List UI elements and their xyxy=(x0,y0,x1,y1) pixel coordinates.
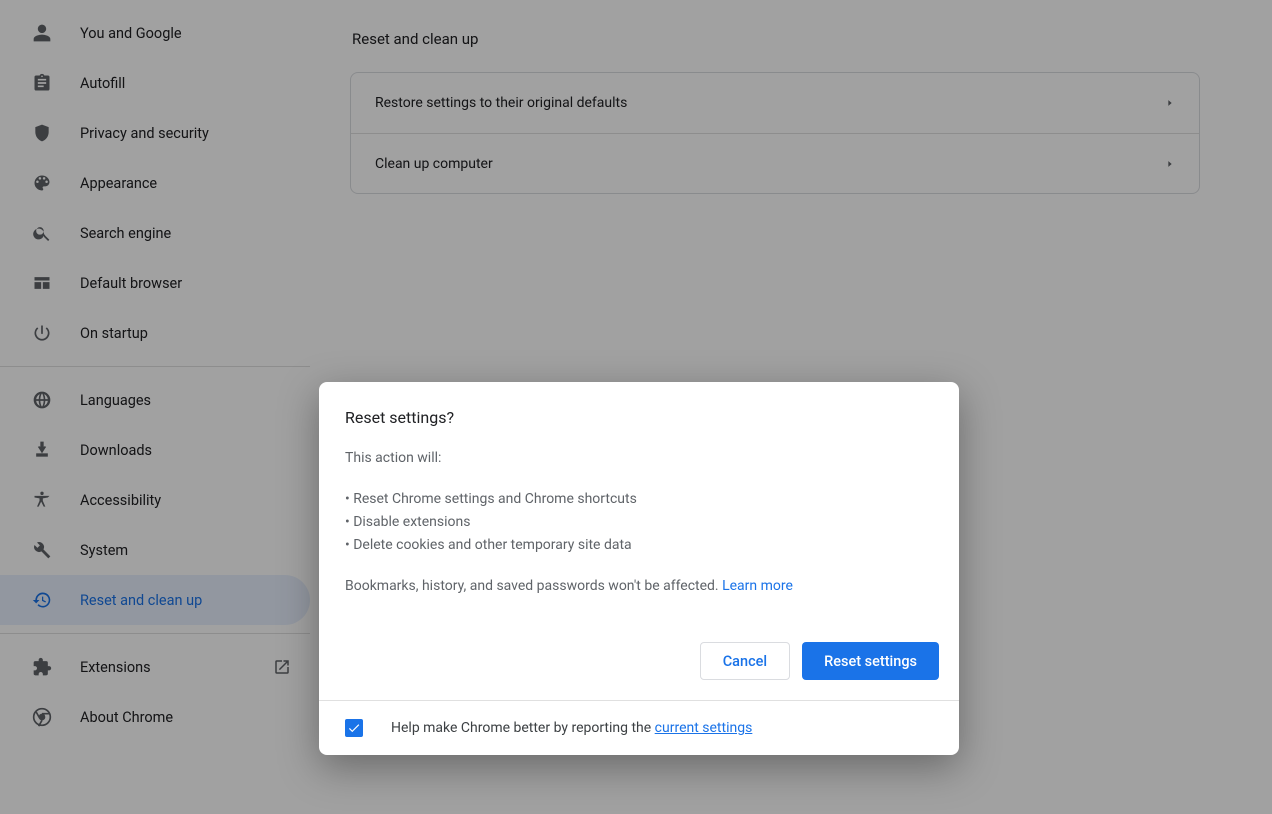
learn-more-link[interactable]: Learn more xyxy=(719,578,793,594)
dialog-text: This action will: Reset Chrome settings … xyxy=(345,447,933,598)
dialog-bullets: Reset Chrome settings and Chrome shortcu… xyxy=(345,488,933,557)
dialog-note: Bookmarks, history, and saved passwords … xyxy=(345,578,719,594)
reset-settings-button[interactable]: Reset settings xyxy=(802,642,939,680)
dialog-actions: Cancel Reset settings xyxy=(319,618,959,700)
dialog-intro: This action will: xyxy=(345,447,933,470)
current-settings-link[interactable]: current settings xyxy=(655,720,753,736)
dialog-title: Reset settings? xyxy=(345,408,933,427)
cancel-button[interactable]: Cancel xyxy=(700,642,790,680)
dialog-bullet: Disable extensions xyxy=(345,511,933,534)
dialog-footer-text: Help make Chrome better by reporting the xyxy=(391,720,655,736)
dialog-footer: Help make Chrome better by reporting the… xyxy=(319,700,959,755)
dialog-footer-text-line: Help make Chrome better by reporting the… xyxy=(391,720,752,736)
dialog-bullet: Delete cookies and other temporary site … xyxy=(345,534,933,557)
reset-settings-dialog: Reset settings? This action will: Reset … xyxy=(319,382,959,755)
dialog-bullet: Reset Chrome settings and Chrome shortcu… xyxy=(345,488,933,511)
report-settings-checkbox[interactable] xyxy=(345,719,363,737)
dialog-note-line: Bookmarks, history, and saved passwords … xyxy=(345,575,933,598)
